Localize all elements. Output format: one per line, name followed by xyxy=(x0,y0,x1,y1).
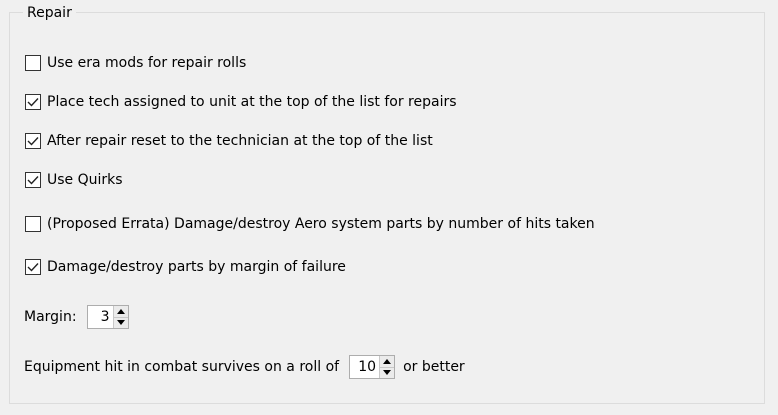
margin-of-failure-checkbox[interactable] xyxy=(25,259,41,275)
equipment-hit-value[interactable]: 10 xyxy=(350,356,379,378)
tech-top-of-list-label: Place tech assigned to unit at the top o… xyxy=(47,94,457,110)
margin-of-failure-label: Damage/destroy parts by margin of failur… xyxy=(47,259,346,275)
margin-label: Margin: xyxy=(24,309,77,325)
option-era-mods[interactable]: Use era mods for repair rolls xyxy=(25,52,246,74)
checkmark-icon xyxy=(27,98,39,107)
reset-technician-label: After repair reset to the technician at … xyxy=(47,133,433,149)
equipment-hit-spin-buttons xyxy=(379,356,395,378)
use-quirks-label: Use Quirks xyxy=(47,172,123,188)
equipment-hit-suffix: or better xyxy=(403,359,465,375)
arrow-down-icon xyxy=(383,370,392,376)
era-mods-label: Use era mods for repair rolls xyxy=(47,55,247,71)
arrow-up-icon xyxy=(116,308,125,314)
era-mods-checkbox[interactable] xyxy=(25,55,41,71)
equipment-hit-increment-button[interactable] xyxy=(380,356,395,368)
checkmark-icon xyxy=(27,137,39,146)
margin-increment-button[interactable] xyxy=(113,306,128,318)
option-reset-technician[interactable]: After repair reset to the technician at … xyxy=(25,130,433,152)
option-aero-hits[interactable]: (Proposed Errata) Damage/destroy Aero sy… xyxy=(25,213,595,235)
equipment-hit-label: Equipment hit in combat survives on a ro… xyxy=(24,359,340,375)
margin-decrement-button[interactable] xyxy=(113,317,128,328)
equipment-hit-row: Equipment hit in combat survives on a ro… xyxy=(24,354,465,380)
margin-spinner[interactable]: 3 xyxy=(86,305,129,329)
option-margin-of-failure[interactable]: Damage/destroy parts by margin of failur… xyxy=(25,256,346,278)
equipment-hit-decrement-button[interactable] xyxy=(380,367,395,378)
arrow-down-icon xyxy=(116,320,125,326)
margin-spin-buttons xyxy=(112,306,128,328)
repair-group-title: Repair xyxy=(23,4,76,22)
use-quirks-checkbox[interactable] xyxy=(25,172,41,188)
checkmark-icon xyxy=(27,176,39,185)
aero-hits-label: (Proposed Errata) Damage/destroy Aero sy… xyxy=(47,216,595,232)
margin-row: Margin: 3 xyxy=(24,304,135,330)
aero-hits-checkbox[interactable] xyxy=(25,216,41,232)
equipment-hit-spinner[interactable]: 10 xyxy=(349,355,396,379)
checkmark-icon xyxy=(27,263,39,272)
margin-value[interactable]: 3 xyxy=(88,306,113,328)
arrow-up-icon xyxy=(383,358,392,364)
tech-top-of-list-checkbox[interactable] xyxy=(25,94,41,110)
option-use-quirks[interactable]: Use Quirks xyxy=(25,169,123,191)
reset-technician-checkbox[interactable] xyxy=(25,133,41,149)
option-tech-top-of-list[interactable]: Place tech assigned to unit at the top o… xyxy=(25,91,457,113)
